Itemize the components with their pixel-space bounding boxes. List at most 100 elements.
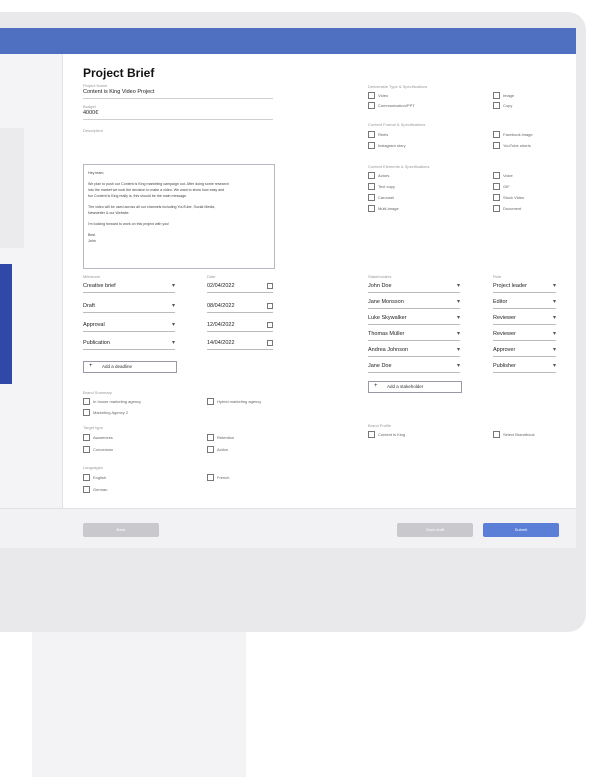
checkbox[interactable] [207,474,214,481]
checkbox[interactable] [493,142,500,149]
date-field[interactable]: 12/04/2022 [207,321,273,332]
submit-button[interactable]: Submit [483,523,559,537]
checkbox[interactable] [493,102,500,109]
checkbox[interactable] [207,434,214,441]
left-panel-highlight [0,264,12,384]
checkbox[interactable] [83,446,90,453]
checkbox[interactable] [493,172,500,179]
project-name-field[interactable]: Content is King Video Project [83,89,154,95]
chevron-down-icon: ▾ [171,283,175,289]
stakeholder-select[interactable]: Jane Monsson ▾ [368,298,460,309]
checkbox-label: In house marketing agency [93,399,142,404]
add-stakeholder-label: Add a stakeholder [387,384,424,389]
stakeholder-value: Luke Skywalker [368,315,407,321]
date-field[interactable]: 08/04/2022 [207,302,273,313]
stakeholder-select[interactable]: Luke Skywalker ▾ [368,314,460,325]
chevron-down-icon: ▾ [171,322,175,328]
checkbox-label: Stock Video [503,195,525,200]
budget-field[interactable]: 4000€ [83,110,98,116]
calendar-icon[interactable] [267,283,273,289]
checkbox-label: YouTube shorts [503,143,531,148]
footer-bar: Back Save draft Submit [0,508,576,548]
stakeholder-select[interactable]: John Doe ▾ [368,282,460,293]
role-select[interactable]: Publisher ▾ [493,362,556,373]
checkbox[interactable] [368,183,375,190]
date-field[interactable]: 14/04/2022 [207,339,273,350]
checkbox[interactable] [368,194,375,201]
checkbox[interactable] [83,474,90,481]
back-button[interactable]: Back [83,523,159,537]
milestone-select[interactable]: Draft ▾ [83,302,175,313]
add-deadline-label: Add a deadline [102,364,133,369]
milestone-value: Approval [83,322,105,328]
checkbox-label: Voice [503,173,513,178]
checkbox[interactable] [207,398,214,405]
role-select[interactable]: Reviewer ▾ [493,314,556,325]
checkbox[interactable] [83,398,90,405]
checkbox[interactable] [493,431,500,438]
role-value: Project leader [493,283,527,289]
description-line: Hey team, [88,171,105,175]
chevron-down-icon: ▾ [552,299,556,305]
role-select[interactable]: Project leader ▾ [493,282,556,293]
checkbox[interactable] [368,92,375,99]
checkbox[interactable] [207,446,214,453]
checkbox[interactable] [368,142,375,149]
milestone-select[interactable]: Creative brief ▾ [83,282,175,293]
checkbox-label: Content is King [378,432,406,437]
date-field[interactable]: 02/04/2022 [207,282,273,293]
app-screen: Project Brief Project Name Content is Ki… [0,28,576,548]
role-select[interactable]: Editor ▾ [493,298,556,309]
chevron-down-icon: ▾ [171,340,175,346]
checkbox-label: Awareness [93,435,113,440]
add-stakeholder-button[interactable]: + Add a stakeholder [368,381,462,393]
save-draft-button[interactable]: Save draft [397,523,473,537]
calendar-icon[interactable] [267,340,273,346]
calendar-icon[interactable] [267,303,273,309]
stakeholder-select[interactable]: Jane Doe ▾ [368,362,460,373]
description-line: We plan to push our Content is King mark… [88,182,229,186]
checkbox[interactable] [368,172,375,179]
checkbox-label: Conversion [93,447,114,452]
description-label: Description [83,128,104,133]
checkbox-label: Video [378,93,389,98]
date-value: 08/04/2022 [207,303,235,309]
checkbox[interactable] [368,431,375,438]
checkbox-label: Action [217,447,229,452]
checkbox-label: Copy [503,103,513,108]
content-format-label: Content Format & Specifications [368,122,426,127]
checkbox[interactable] [368,102,375,109]
milestone-select[interactable]: Publication ▾ [83,339,175,350]
role-value: Reviewer [493,315,516,321]
milestone-value: Creative brief [83,283,116,289]
role-select[interactable]: Approver ▾ [493,346,556,357]
checkbox[interactable] [83,434,90,441]
calendar-icon[interactable] [267,322,273,328]
chevron-down-icon: ▾ [552,331,556,337]
checkbox[interactable] [493,183,500,190]
chevron-down-icon: ▾ [456,331,460,337]
checkbox[interactable] [368,205,375,212]
checkbox-label: Facebook image [503,132,533,137]
checkbox[interactable] [493,194,500,201]
add-deadline-button[interactable]: + Add a deadline [83,361,177,373]
checkbox[interactable] [493,131,500,138]
role-label: Role [493,274,502,279]
checkbox[interactable] [83,409,90,416]
checkbox[interactable] [368,131,375,138]
description-line: The video will be used across all our ch… [88,205,216,209]
stakeholder-select[interactable]: Thomas Müller ▾ [368,330,460,341]
chevron-down-icon: ▾ [456,347,460,353]
checkbox-label: French [217,475,230,480]
stakeholder-select[interactable]: Andrea Johnson ▾ [368,346,460,357]
milestone-select[interactable]: Approval ▾ [83,321,175,332]
checkbox-label: Instagram story [378,143,406,148]
role-select[interactable]: Reviewer ▾ [493,330,556,341]
description-textarea[interactable]: Hey team, We plan to push our Content is… [83,164,275,269]
left-panel [0,54,63,548]
checkbox[interactable] [493,205,500,212]
checkbox[interactable] [493,92,500,99]
date-value: 02/04/2022 [207,283,235,289]
checkbox[interactable] [83,486,90,493]
checkbox-label: Image [503,93,515,98]
